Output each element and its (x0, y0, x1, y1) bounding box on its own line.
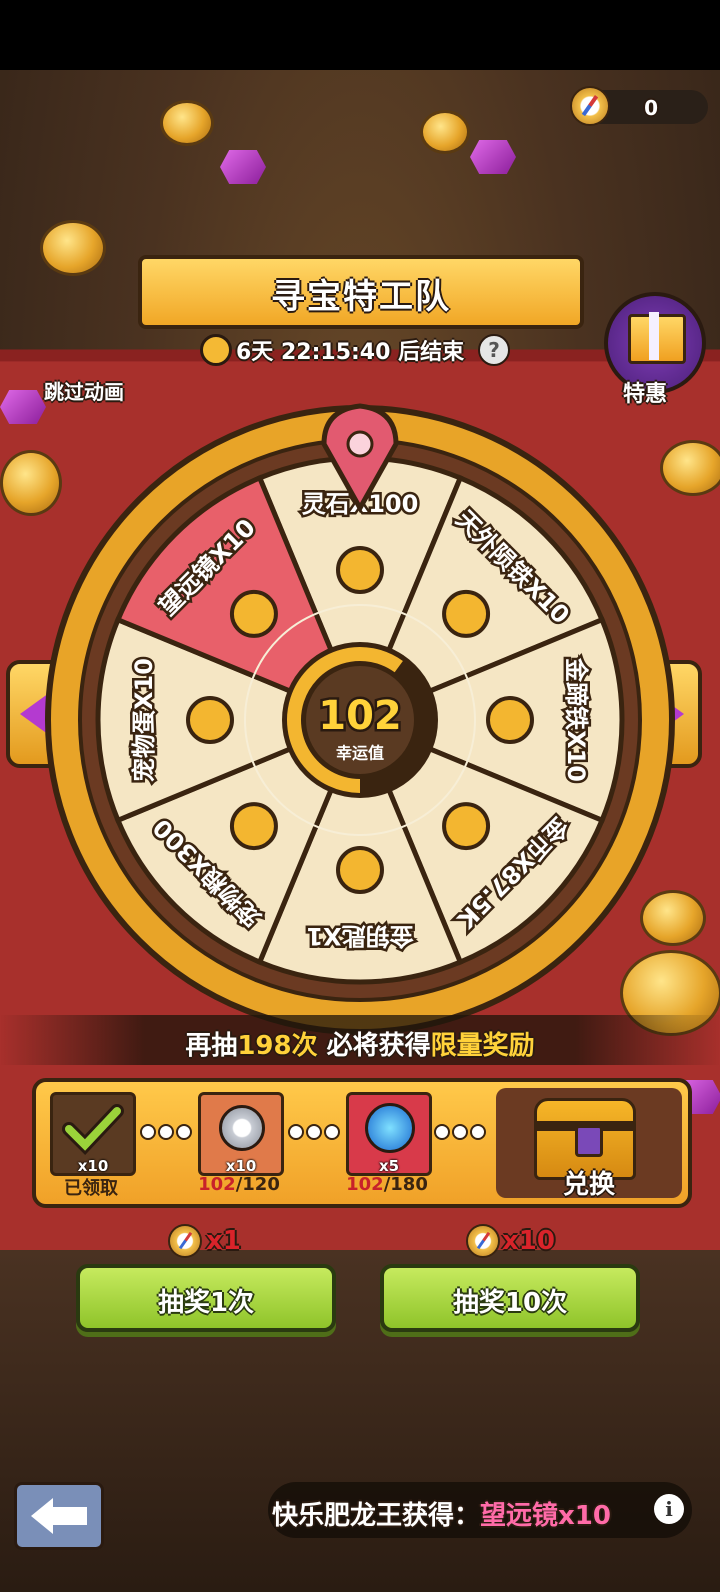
blue-orb-icon (365, 1103, 415, 1153)
compass-icon (466, 1224, 500, 1258)
spirit-stone-icon (336, 546, 384, 594)
gem-decor (220, 150, 266, 184)
gem-decor (470, 140, 516, 174)
timer-text: 6天 22:15:40 后结束 (236, 340, 465, 365)
draw-1-label: 抽奖1次 (157, 1288, 255, 1318)
segment-label: 金钥匙X1 (306, 922, 414, 950)
title-banner: 寻宝特工队 (138, 255, 584, 329)
help-icon[interactable]: ? (478, 334, 510, 366)
horseshoe-icon (486, 696, 534, 744)
coin-decor (420, 110, 470, 154)
progress-dots (288, 1124, 342, 1140)
progress-dots (434, 1124, 488, 1140)
guarantee-reward: 限量奖励 (430, 1031, 535, 1061)
silver-coin-icon (219, 1105, 265, 1151)
segment-label: 宠物蛋X10 (130, 658, 158, 782)
draw-10-label: 抽奖10次 (452, 1288, 568, 1318)
meteorite-icon (442, 589, 491, 638)
coin-decor (40, 220, 106, 276)
back-button[interactable] (14, 1482, 104, 1550)
compass-count: 0 (644, 96, 658, 120)
milestone-progress: 102/180 (346, 1174, 428, 1195)
page-title: 寻宝特工队 (271, 277, 451, 317)
exchange-label: 兑换 (562, 1170, 615, 1200)
milestone-count: x10 (77, 1157, 109, 1175)
telescope-icon (229, 589, 278, 638)
milestone-slot-1[interactable]: x10 (50, 1092, 136, 1176)
game-scene: 0 寻宝特工队 6天 22:15:40 后结束 ? 跳过动画 特惠 灵石X100… (0, 70, 720, 1592)
milestone-count: x10 (225, 1157, 257, 1175)
draw-10-cost: x10 (502, 1226, 555, 1256)
draw-10-button[interactable]: 抽奖10次 (380, 1264, 640, 1332)
coin-decor (160, 100, 214, 146)
compass-icon (570, 86, 610, 126)
notice-prefix: 快乐肥龙王获得： (272, 1501, 481, 1531)
egg-icon (186, 696, 234, 744)
check-icon (62, 1104, 124, 1156)
milestone-status: 已领取 (64, 1178, 118, 1199)
guarantee-middle: 必将获得 (317, 1031, 431, 1061)
notice-item: 望远镜x10 (480, 1501, 611, 1531)
stopwatch-icon (200, 334, 232, 366)
milestone-slot-2[interactable]: x10 (198, 1092, 284, 1176)
guarantee-count: 198次 (237, 1031, 318, 1061)
milestone-count: x5 (378, 1157, 400, 1175)
guarantee-prefix: 再抽 (185, 1031, 238, 1061)
exchange-button[interactable]: 兑换 (496, 1088, 682, 1200)
milestone-tray: x10 已领取 x10 102/120 x5 102/180 兑换 (32, 1078, 692, 1208)
draw-1-cost: x1 (206, 1226, 241, 1256)
key-icon (336, 846, 384, 894)
compass-icon (168, 1224, 202, 1258)
win-notice: 快乐肥龙王获得：望远镜x10 i (268, 1482, 692, 1538)
milestone-slot-3[interactable]: x5 (346, 1092, 432, 1176)
milestone-progress: 102/120 (198, 1174, 280, 1195)
coin-icon (442, 802, 491, 851)
guarantee-banner: 再抽198次 必将获得限量奖励 (0, 1015, 720, 1065)
luck-label: 幸运值 (336, 744, 384, 763)
progress-dots (140, 1124, 194, 1140)
segment-label: 金蹄铁X10 (562, 657, 590, 782)
info-icon[interactable]: i (654, 1494, 684, 1524)
luck-value: 102 (318, 693, 402, 739)
prize-wheel[interactable]: 灵石X100天外陨铁X10金蹄铁X10金币X87.5K金钥匙X1宠物粮X300宠… (40, 400, 680, 1040)
bone-icon (229, 802, 278, 851)
draw-1-button[interactable]: 抽奖1次 (76, 1264, 336, 1332)
compass-counter: 0 (570, 86, 708, 126)
